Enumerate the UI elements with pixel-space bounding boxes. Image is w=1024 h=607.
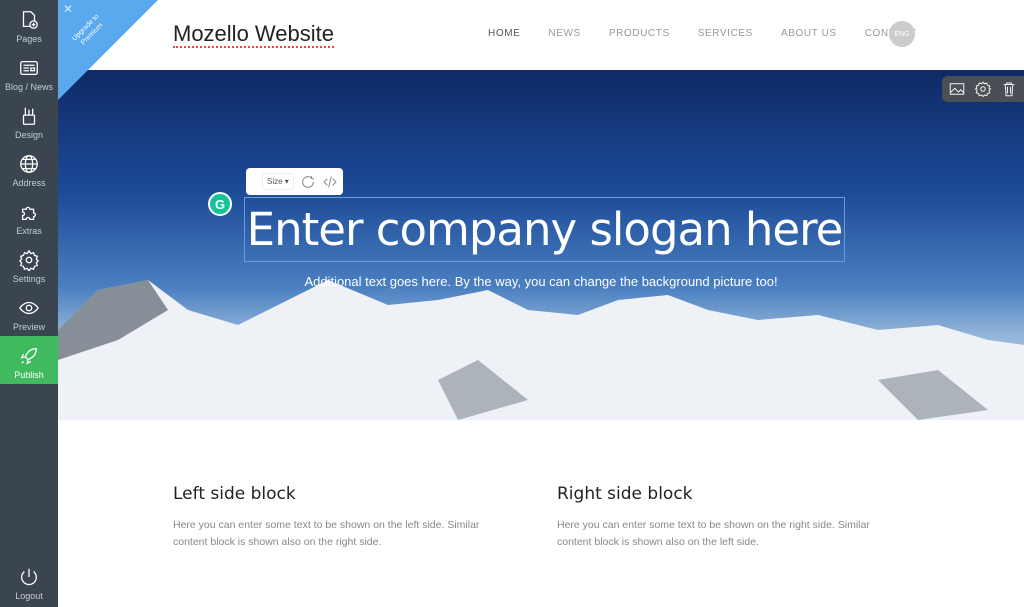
- sidebar-item-address[interactable]: Address: [0, 144, 58, 192]
- newspaper-icon: [20, 60, 38, 76]
- sidebar-item-settings[interactable]: Settings: [0, 240, 58, 288]
- image-icon[interactable]: [948, 80, 966, 98]
- eye-icon: [19, 301, 39, 315]
- hero-subtitle[interactable]: Additional text goes here. By the way, y…: [58, 274, 1024, 289]
- sidebar-item-extras[interactable]: Extras: [0, 192, 58, 240]
- size-dropdown[interactable]: Size ▾: [262, 173, 294, 190]
- sidebar-item-publish[interactable]: Publish: [0, 336, 58, 384]
- block-text: Here you can enter some text to be shown…: [173, 519, 480, 548]
- sidebar-item-blog[interactable]: Blog / News: [0, 48, 58, 96]
- pencil-cup-icon: [22, 107, 36, 125]
- block-text: Here you can enter some text to be shown…: [557, 519, 870, 548]
- logout-button[interactable]: Logout: [0, 557, 58, 605]
- page-add-icon: [22, 11, 38, 29]
- trash-icon[interactable]: [1000, 80, 1018, 98]
- code-icon[interactable]: [322, 174, 338, 190]
- nav-services[interactable]: SERVICES: [698, 28, 753, 39]
- language-button[interactable]: ENG: [889, 21, 915, 47]
- content-blocks: Left side block Here you can enter some t…: [173, 484, 893, 551]
- mountain-background: [58, 280, 1024, 420]
- sidebar-item-design[interactable]: Design: [0, 96, 58, 144]
- globe-icon: [20, 155, 38, 173]
- site-brand[interactable]: Mozello Website: [173, 21, 334, 48]
- rocket-icon: [20, 348, 37, 365]
- block-title: Right side block: [557, 484, 693, 504]
- website-preview: Mozello Website HOME NEWS PRODUCTS SERVI…: [58, 0, 1024, 607]
- hero-tools: [942, 76, 1024, 102]
- site-nav: HOME NEWS PRODUCTS SERVICES ABOUT US CON…: [488, 28, 944, 39]
- nav-home[interactable]: HOME: [488, 28, 520, 39]
- grammarly-icon[interactable]: G: [208, 192, 232, 216]
- nav-news[interactable]: NEWS: [548, 28, 580, 39]
- editor-sidebar: Pages Blog / News Design Address Extras …: [0, 0, 58, 607]
- site-header: Mozello Website HOME NEWS PRODUCTS SERVI…: [58, 0, 1024, 70]
- left-block[interactable]: Left side block Here you can enter some t…: [173, 484, 509, 551]
- hero-section[interactable]: Size ▾ G Enter company slogan here Addit…: [58, 70, 1024, 420]
- gear-icon[interactable]: [974, 80, 992, 98]
- nav-about[interactable]: ABOUT US: [781, 28, 837, 39]
- sidebar-item-preview[interactable]: Preview: [0, 288, 58, 336]
- close-icon[interactable]: ✕: [63, 2, 73, 16]
- text-toolbar: Size ▾: [246, 168, 343, 195]
- puzzle-icon: [21, 206, 37, 220]
- power-icon: [21, 568, 37, 586]
- slogan-editable[interactable]: Enter company slogan here: [244, 197, 845, 262]
- gear-icon: [18, 249, 40, 271]
- right-block[interactable]: Right side block Here you can enter some …: [557, 484, 893, 551]
- sidebar-item-pages[interactable]: Pages: [0, 0, 58, 48]
- nav-products[interactable]: PRODUCTS: [609, 28, 670, 39]
- refresh-icon[interactable]: [300, 174, 316, 190]
- block-title: Left side block: [173, 484, 296, 504]
